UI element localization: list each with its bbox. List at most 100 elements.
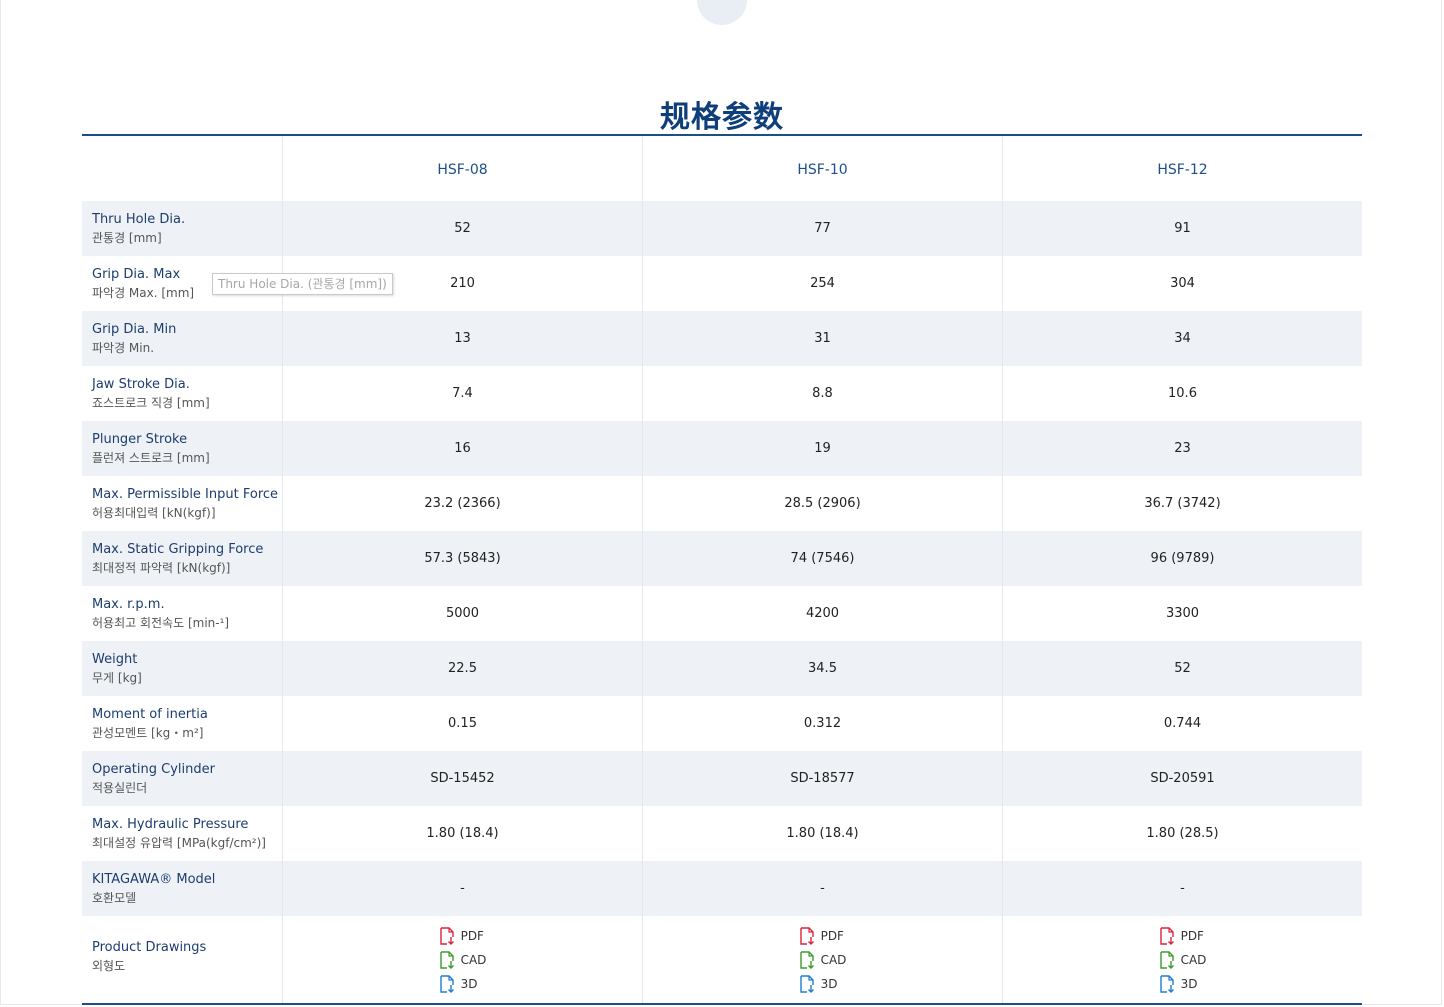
table-row-product-drawings: Product Drawings 외형도 PDF CAD 3D PDF CAD 3D P… (82, 916, 1362, 1003)
table-row: Plunger Stroke 플런져 스트로크 [mm] 16 19 23 (82, 421, 1362, 476)
download-links: PDF CAD 3D (799, 926, 847, 993)
row-label: Max. Static Gripping Force 최대정적 파악력 [kN(k… (82, 531, 282, 586)
column-header-hsf-08: HSF-08 (282, 136, 642, 201)
cad-download-link[interactable]: CAD (799, 950, 847, 969)
table-cell: 96 (9789) (1002, 531, 1362, 586)
table-cell: 74 (7546) (642, 531, 1002, 586)
row-label-en: Grip Dia. Min (92, 322, 177, 337)
cad-file-icon (1159, 950, 1175, 969)
table-cell: 4200 (642, 586, 1002, 641)
table-row: Operating Cylinder 적용실린더 SD-15452 SD-18577 S… (82, 751, 1362, 806)
drawings-cell-hsf-08: PDF CAD 3D (282, 916, 642, 1003)
pdf-file-icon (799, 926, 815, 945)
row-label-en: Max. Static Gripping Force (92, 542, 264, 557)
table-cell: 77 (642, 201, 1002, 256)
pdf-download-link[interactable]: PDF (439, 926, 484, 945)
table-cell: SD-15452 (282, 751, 642, 806)
row-label-ko: 죠스트로크 직경 [mm] (92, 396, 210, 410)
table-row: Thru Hole Dia. 관통경 [mm] 52 77 91 (82, 201, 1362, 256)
3d-download-link[interactable]: 3D (1159, 974, 1197, 993)
table-cell: 13 (282, 311, 642, 366)
row-label: Weight 무게 [kg] (82, 641, 282, 696)
table-row: Weight 무게 [kg] 22.5 34.5 52 (82, 641, 1362, 696)
row-label-ko: 플런져 스트로크 [mm] (92, 451, 210, 465)
table-cell: - (1002, 861, 1362, 916)
cad-download-link[interactable]: CAD (1159, 950, 1206, 969)
row-label-ko: 외형도 (92, 959, 126, 973)
table-cell: 19 (642, 421, 1002, 476)
cad-file-icon (799, 950, 815, 969)
row-label: Moment of inertia 관성모멘트 [kg・m²] (82, 696, 282, 751)
table-cell: 3300 (1002, 586, 1362, 641)
download-label: PDF (1180, 928, 1204, 943)
pdf-file-icon (1159, 926, 1175, 945)
table-cell: 254 (642, 256, 1002, 311)
row-label-ko: 최대설정 유압력 [MPa(kgf/cm²)] (92, 836, 266, 850)
table-cell: - (282, 861, 642, 916)
3d-download-link[interactable]: 3D (799, 974, 838, 993)
row-label-ko: 허용최고 회전속도 [min-¹] (92, 616, 230, 630)
drawings-cell-hsf-10: PDF CAD 3D (642, 916, 1002, 1003)
table-cell: 16 (282, 421, 642, 476)
row-label-en: Max. Hydraulic Pressure (92, 817, 249, 832)
table-row: Max. Static Gripping Force 최대정적 파악력 [kN(k… (82, 531, 1362, 586)
3d-file-icon (439, 974, 455, 993)
row-label: Product Drawings 외형도 (82, 916, 282, 1003)
table-cell: 23.2 (2366) (282, 476, 642, 531)
3d-file-icon (1159, 974, 1175, 993)
table-cell: 1.80 (18.4) (282, 806, 642, 861)
row-label-en: Jaw Stroke Dia. (92, 377, 190, 392)
table-cell: 52 (282, 201, 642, 256)
row-label: Operating Cylinder 적용실린더 (82, 751, 282, 806)
table-cell: 34.5 (642, 641, 1002, 696)
row-label: Max. Hydraulic Pressure 최대설정 유압력 [MPa(kgf… (82, 806, 282, 861)
table-cell: 1.80 (28.5) (1002, 806, 1362, 861)
drawings-cell-hsf-12: PDF CAD 3D (1002, 916, 1362, 1003)
table-cell: 31 (642, 311, 1002, 366)
table-row: Moment of inertia 관성모멘트 [kg・m²] 0.15 0.312 0… (82, 696, 1362, 751)
download-label: PDF (820, 928, 844, 943)
table-cell: 34 (1002, 311, 1362, 366)
row-label-en: Weight (92, 652, 138, 667)
pdf-download-link[interactable]: PDF (1159, 926, 1204, 945)
row-label-en: Moment of inertia (92, 707, 208, 722)
table-cell: 304 (1002, 256, 1362, 311)
row-label: Thru Hole Dia. 관통경 [mm] (82, 201, 282, 256)
table-cell: 57.3 (5843) (282, 531, 642, 586)
table-cell: 22.5 (282, 641, 642, 696)
row-label: Jaw Stroke Dia. 죠스트로크 직경 [mm] (82, 366, 282, 421)
pdf-download-link[interactable]: PDF (799, 926, 844, 945)
column-header-hsf-10: HSF-10 (642, 136, 1002, 201)
table-cell: - (642, 861, 1002, 916)
row-label-ko: 파악경 Min. (92, 341, 155, 355)
table-row: Jaw Stroke Dia. 죠스트로크 직경 [mm] 7.4 8.8 10.6 (82, 366, 1362, 421)
pdf-file-icon (439, 926, 455, 945)
tooltip: Thru Hole Dia. (관통경 [mm]) (212, 273, 393, 295)
table-row: Max. Hydraulic Pressure 최대설정 유압력 [MPa(kgf… (82, 806, 1362, 861)
table-body: Thru Hole Dia. 관통경 [mm] 52 77 91 Grip Dia. Ma… (82, 201, 1362, 916)
row-label-en: Max. Permissible Input Force (92, 487, 279, 502)
download-links: PDF CAD 3D (439, 926, 486, 993)
row-label: Max. Permissible Input Force 허용최대입력 [kN(k… (82, 476, 282, 531)
download-label: CAD (820, 952, 847, 967)
table-cell: 10.6 (1002, 366, 1362, 421)
table-cell: 91 (1002, 201, 1362, 256)
download-links: PDF CAD 3D (1159, 926, 1206, 993)
row-label-ko: 관성모멘트 [kg・m²] (92, 726, 204, 740)
cad-download-link[interactable]: CAD (439, 950, 486, 969)
row-label-ko: 관통경 [mm] (92, 231, 162, 245)
3d-download-link[interactable]: 3D (439, 974, 478, 993)
download-label: 3D (820, 976, 838, 991)
row-label-en: Max. r.p.m. (92, 597, 165, 612)
row-label-ko: 무게 [kg] (92, 671, 142, 685)
download-label: 3D (460, 976, 478, 991)
row-label-ko: 호환모델 (92, 891, 137, 905)
table-cell: 36.7 (3742) (1002, 476, 1362, 531)
header-empty-cell (82, 136, 282, 201)
table-cell: SD-20591 (1002, 751, 1362, 806)
row-label-en: Thru Hole Dia. (92, 212, 186, 227)
download-label: PDF (460, 928, 484, 943)
table-row: Grip Dia. Min 파악경 Min. 13 31 34 (82, 311, 1362, 366)
row-label-ko: 적용실린더 (92, 781, 148, 795)
table-row: Max. r.p.m. 허용최고 회전속도 [min-¹] 5000 4200 3300 (82, 586, 1362, 641)
